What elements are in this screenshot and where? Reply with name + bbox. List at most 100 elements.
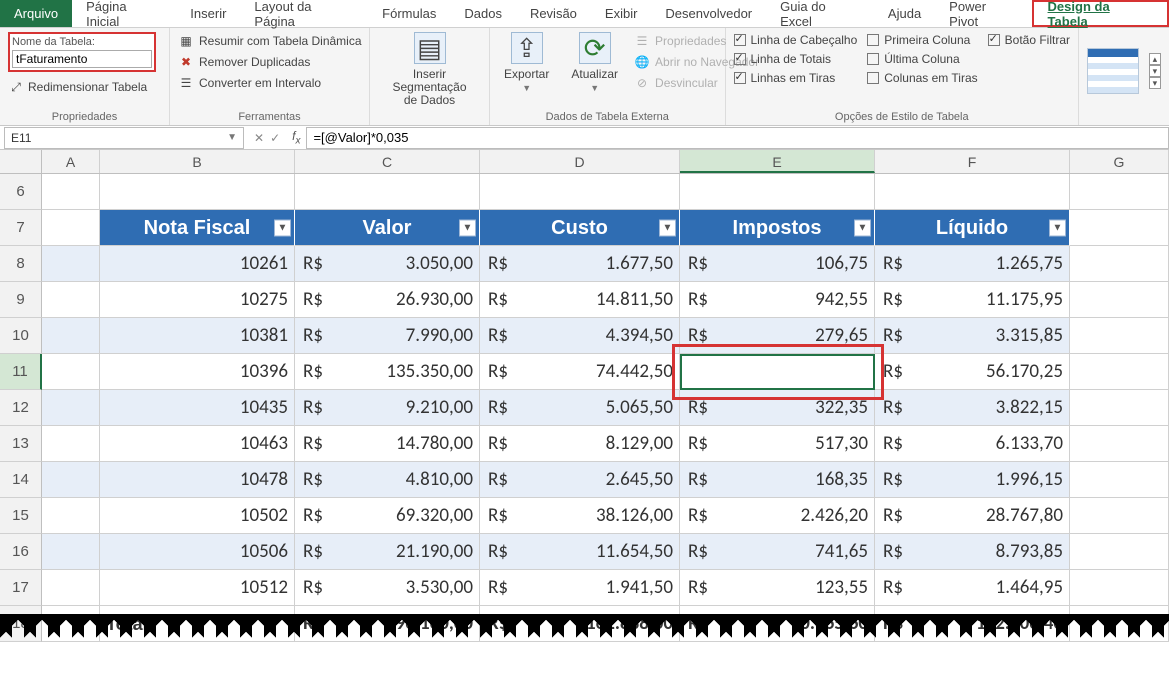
gallery-more-icon[interactable]: ▾: [1149, 77, 1161, 89]
opt-first-col[interactable]: Primeira Coluna: [867, 32, 977, 48]
tab-guia-do-excel[interactable]: Guia do Excel: [766, 0, 874, 27]
tab-desenvolvedor[interactable]: Desenvolvedor: [651, 0, 766, 27]
cell[interactable]: [1070, 570, 1169, 606]
row-header[interactable]: 13: [0, 426, 42, 462]
row-header[interactable]: 15: [0, 498, 42, 534]
table-header[interactable]: Nota Fiscal▼: [100, 210, 295, 246]
cell[interactable]: 10435: [100, 390, 295, 426]
cell[interactable]: R$38.126,00: [480, 498, 680, 534]
cell[interactable]: R$1.265,75: [875, 246, 1070, 282]
name-box[interactable]: E11 ▼: [4, 127, 244, 149]
cell[interactable]: R$3.822,15: [875, 390, 1070, 426]
cell[interactable]: R$1.996,15: [875, 462, 1070, 498]
cell[interactable]: R$4.810,00: [295, 462, 480, 498]
summarize-pivot-button[interactable]: ▦ Resumir com Tabela Dinâmica: [178, 32, 362, 50]
filter-dropdown-icon[interactable]: ▼: [1049, 219, 1066, 236]
cell[interactable]: [42, 318, 100, 354]
cell[interactable]: R$14.811,50: [480, 282, 680, 318]
cell[interactable]: [42, 426, 100, 462]
cell[interactable]: [1070, 282, 1169, 318]
cell[interactable]: [1070, 462, 1169, 498]
cell[interactable]: R$26.930,00: [295, 282, 480, 318]
col-header[interactable]: B: [100, 150, 295, 173]
cell[interactable]: [1070, 498, 1169, 534]
cell[interactable]: R$741,65: [680, 534, 875, 570]
cell[interactable]: R$8.793,85: [875, 534, 1070, 570]
cell[interactable]: [295, 174, 480, 210]
cell[interactable]: 10512: [100, 570, 295, 606]
cell[interactable]: 10275: [100, 282, 295, 318]
tab-table-design[interactable]: Design da Tabela: [1032, 0, 1169, 27]
col-header[interactable]: A: [42, 150, 100, 173]
cell[interactable]: [42, 534, 100, 570]
table-header[interactable]: Custo▼: [480, 210, 680, 246]
table-header[interactable]: Valor▼: [295, 210, 480, 246]
cell[interactable]: [42, 390, 100, 426]
cell[interactable]: R$168,35: [680, 462, 875, 498]
cell[interactable]: [42, 246, 100, 282]
opt-total-row[interactable]: Linha de Totais: [734, 51, 858, 67]
cell[interactable]: [1070, 246, 1169, 282]
cell[interactable]: 10506: [100, 534, 295, 570]
cell[interactable]: R$74.442,50: [480, 354, 680, 390]
convert-range-button[interactable]: ☰ Converter em Intervalo: [178, 74, 362, 92]
cell[interactable]: [100, 174, 295, 210]
cell[interactable]: 10261: [100, 246, 295, 282]
cell[interactable]: R$21.190,00: [295, 534, 480, 570]
cell[interactable]: R$4.737,25: [680, 354, 875, 390]
cell[interactable]: R$11.654,50: [480, 534, 680, 570]
table-header[interactable]: Impostos▼: [680, 210, 875, 246]
cell[interactable]: 10502: [100, 498, 295, 534]
cell[interactable]: R$2.426,20: [680, 498, 875, 534]
cell[interactable]: R$69.320,00: [295, 498, 480, 534]
cell[interactable]: R$14.780,00: [295, 426, 480, 462]
tab-inserir[interactable]: Inserir: [176, 0, 240, 27]
tab-ajuda[interactable]: Ajuda: [874, 0, 935, 27]
cell[interactable]: R$279,65: [680, 318, 875, 354]
cell[interactable]: 10463: [100, 426, 295, 462]
cell[interactable]: 10381: [100, 318, 295, 354]
cell[interactable]: R$517,30: [680, 426, 875, 462]
col-header[interactable]: E: [680, 150, 875, 173]
cell[interactable]: R$3.530,00: [295, 570, 480, 606]
col-header[interactable]: C: [295, 150, 480, 173]
row-header[interactable]: 11: [0, 354, 42, 390]
tab-fórmulas[interactable]: Fórmulas: [368, 0, 450, 27]
tab-revisão[interactable]: Revisão: [516, 0, 591, 27]
formula-input[interactable]: [306, 127, 1169, 149]
row-header[interactable]: 17: [0, 570, 42, 606]
row-header[interactable]: 16: [0, 534, 42, 570]
select-all-triangle[interactable]: [0, 150, 42, 173]
cell[interactable]: R$9.210,00: [295, 390, 480, 426]
cancel-formula-icon[interactable]: ✕: [254, 131, 264, 145]
cell[interactable]: [680, 174, 875, 210]
insert-slicer-button[interactable]: ▤ Inserir Segmentaçãode Dados: [378, 32, 481, 107]
fx-icon[interactable]: fx: [286, 129, 306, 146]
cell[interactable]: [42, 354, 100, 390]
cell[interactable]: R$135.350,00: [295, 354, 480, 390]
row-header[interactable]: 12: [0, 390, 42, 426]
cell[interactable]: [42, 570, 100, 606]
cell[interactable]: [1070, 390, 1169, 426]
cell[interactable]: [1070, 174, 1169, 210]
row-header[interactable]: 10: [0, 318, 42, 354]
table-header[interactable]: Líquido▼: [875, 210, 1070, 246]
opt-filter-button[interactable]: Botão Filtrar: [988, 32, 1070, 48]
cell[interactable]: R$7.990,00: [295, 318, 480, 354]
cell[interactable]: [1070, 318, 1169, 354]
cell[interactable]: R$1.677,50: [480, 246, 680, 282]
cell[interactable]: [875, 174, 1070, 210]
chevron-down-icon[interactable]: ▼: [227, 132, 237, 143]
cell[interactable]: R$1.464,95: [875, 570, 1070, 606]
col-header[interactable]: G: [1070, 150, 1169, 173]
cell[interactable]: R$6.133,70: [875, 426, 1070, 462]
tab-página-inicial[interactable]: Página Inicial: [72, 0, 176, 27]
refresh-button[interactable]: ⟳ Atualizar▼: [565, 32, 624, 95]
opt-header-row[interactable]: Linha de Cabeçalho: [734, 32, 858, 48]
tab-file[interactable]: Arquivo: [0, 0, 72, 27]
cell[interactable]: R$322,35: [680, 390, 875, 426]
cell[interactable]: R$106,75: [680, 246, 875, 282]
opt-last-col[interactable]: Última Coluna: [867, 51, 977, 67]
col-header[interactable]: F: [875, 150, 1070, 173]
row-header[interactable]: 7: [0, 210, 42, 246]
